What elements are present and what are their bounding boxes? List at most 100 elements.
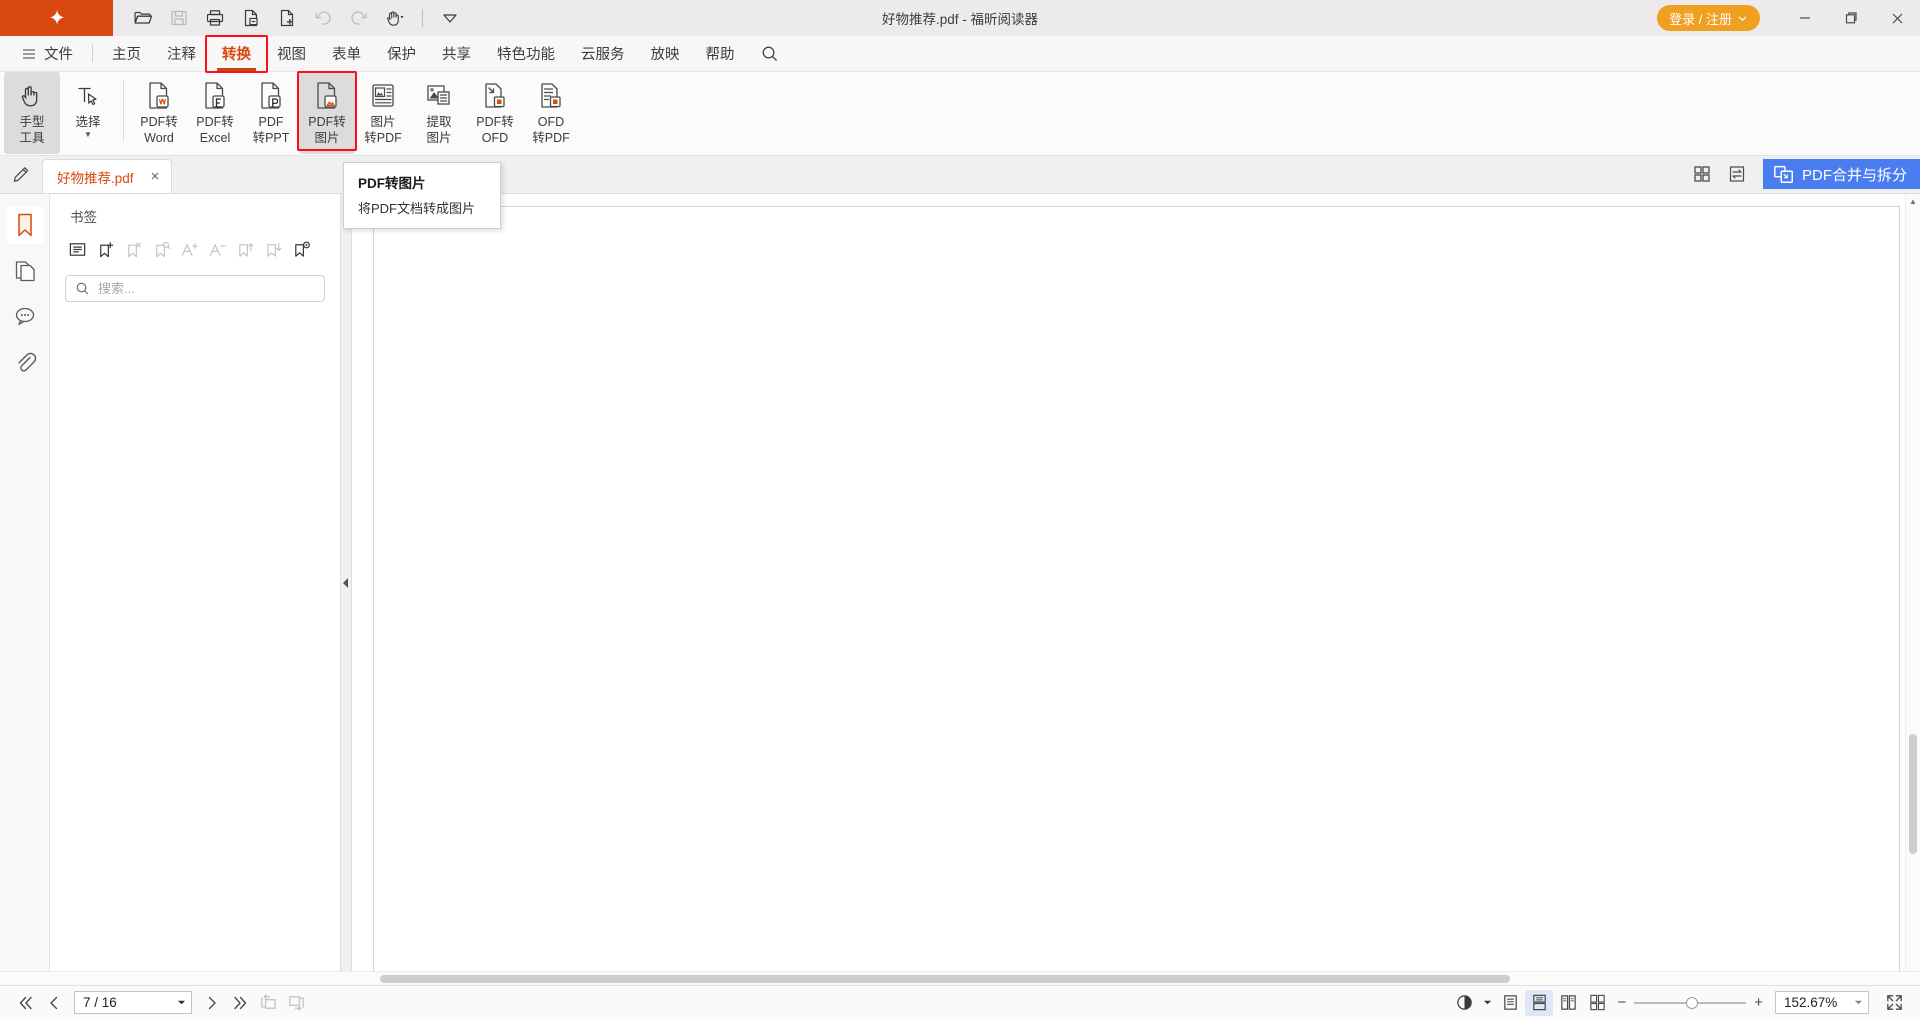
sidebar-item-comments[interactable] (6, 298, 44, 336)
bookmark-search-input[interactable] (98, 281, 315, 296)
chevron-down-icon[interactable]: ▼ (84, 131, 92, 139)
bookmark-search-icon (152, 240, 171, 259)
vertical-scrollbar[interactable]: ▲ (1905, 194, 1920, 971)
print-button[interactable] (198, 3, 232, 33)
ribbon-pdf-to-word[interactable]: PDF转 Word (131, 72, 187, 154)
compare-button[interactable] (1720, 157, 1755, 191)
document-tab[interactable]: 好物推荐.pdf × (42, 159, 172, 193)
menu-item-protect[interactable]: 保护 (374, 36, 429, 72)
find-bookmark-button[interactable] (149, 237, 173, 261)
zoom-out-button[interactable]: − (1617, 994, 1626, 1011)
list-options-icon (68, 240, 87, 259)
two-page-continuous-button[interactable] (1583, 990, 1611, 1016)
zoom-slider-track[interactable] (1634, 1002, 1746, 1004)
two-page-mode-button[interactable] (1554, 990, 1582, 1016)
zoom-slider[interactable]: − + (1617, 994, 1763, 1011)
pdf-merge-split-button[interactable]: PDF合并与拆分 (1763, 159, 1920, 189)
pdf-page (373, 206, 1900, 971)
save-icon (169, 8, 189, 28)
close-button[interactable] (1874, 0, 1920, 36)
page-number-input[interactable]: 7 / 16 (74, 991, 192, 1014)
theme-dropdown-button[interactable] (1479, 990, 1495, 1016)
menu-search-button[interactable] (748, 36, 787, 72)
grid-view-button[interactable] (1685, 157, 1720, 191)
menu-item-cloud[interactable]: 云服务 (568, 36, 638, 72)
pdf-to-image-tooltip: PDF转图片 将PDF文档转成图片 (343, 162, 501, 229)
first-page-button[interactable] (12, 990, 40, 1016)
search-icon (75, 281, 90, 296)
save-button[interactable] (162, 3, 196, 33)
bookmark-options-button[interactable] (65, 237, 89, 261)
theme-button[interactable] (1450, 990, 1478, 1016)
sidebar-item-pages[interactable] (6, 252, 44, 290)
panel-collapse-handle[interactable] (341, 194, 352, 971)
redo-icon (349, 8, 369, 28)
close-tab-icon[interactable]: × (148, 169, 163, 184)
undo-button[interactable] (306, 3, 340, 33)
menu-item-comment[interactable]: 注释 (154, 36, 209, 72)
title-bar-right: 登录 / 注册 (1657, 0, 1920, 36)
add-bookmark-button[interactable] (93, 237, 117, 261)
ribbon-pdf-to-ofd[interactable]: PDF转 OFD (467, 72, 523, 154)
vertical-scroll-thumb[interactable] (1909, 734, 1917, 854)
zoom-level-input[interactable]: 152.67% (1775, 991, 1869, 1014)
chevron-down-icon (1737, 13, 1748, 24)
open-file-button[interactable] (126, 3, 160, 33)
bookmark-search-box[interactable] (65, 275, 325, 302)
zoom-in-button[interactable]: + (1754, 994, 1763, 1011)
expand-bookmarks-button[interactable] (233, 237, 257, 261)
increase-font-button[interactable] (177, 237, 201, 261)
menu-item-view[interactable]: 视图 (264, 36, 319, 72)
annotate-pen-button[interactable] (0, 155, 42, 193)
ribbon-image-to-pdf[interactable]: 图片 转PDF (355, 72, 411, 154)
collapse-bookmarks-button[interactable] (261, 237, 285, 261)
single-page-mode-button[interactable] (1496, 990, 1524, 1016)
horizontal-scroll-thumb[interactable] (380, 975, 1510, 983)
continuous-mode-button[interactable] (1525, 990, 1553, 1016)
sidebar-item-attachments[interactable] (6, 344, 44, 382)
hand-tool-button[interactable] (378, 3, 412, 33)
fullscreen-button[interactable] (1880, 990, 1908, 1016)
ribbon-label-line2: 转PDF (532, 130, 570, 146)
menu-item-convert[interactable]: 转换 (209, 36, 264, 72)
login-register-button[interactable]: 登录 / 注册 (1657, 5, 1760, 31)
menu-item-home[interactable]: 主页 (99, 36, 154, 72)
last-page-button[interactable] (226, 990, 254, 1016)
customize-toolbar-button[interactable] (433, 3, 467, 33)
ribbon-extract-image[interactable]: 提取 图片 (411, 72, 467, 154)
minimize-button[interactable] (1782, 0, 1828, 36)
redo-button[interactable] (342, 3, 376, 33)
ribbon-pdf-to-excel[interactable]: PDF转 Excel (187, 72, 243, 154)
menu-item-file[interactable]: 文件 (17, 36, 86, 72)
menu-item-share[interactable]: 共享 (429, 36, 484, 72)
ribbon-pdf-to-image[interactable]: PDF转 图片 (299, 72, 355, 154)
menu-label-file: 文件 (44, 43, 73, 64)
swap-icon (1728, 165, 1746, 183)
ribbon-label-line1: PDF转 (308, 114, 346, 130)
scroll-up-icon[interactable]: ▲ (1909, 194, 1917, 209)
double-chevron-left-icon (17, 994, 35, 1012)
menu-item-help[interactable]: 帮助 (693, 36, 748, 72)
app-logo: ✦ (0, 0, 113, 36)
menu-item-present[interactable]: 放映 (638, 36, 693, 72)
ribbon-hand-tool[interactable]: 手型 工具 (4, 72, 60, 154)
rotate-left-button[interactable] (254, 990, 282, 1016)
ribbon-ofd-to-pdf[interactable]: OFD 转PDF (523, 72, 579, 154)
decrease-font-button[interactable] (205, 237, 229, 261)
delete-page-button[interactable] (234, 3, 268, 33)
add-page-button[interactable] (270, 3, 304, 33)
restore-button[interactable] (1828, 0, 1874, 36)
horizontal-scrollbar[interactable] (0, 971, 1920, 985)
zoom-level-value: 152.67% (1784, 995, 1837, 1010)
menu-item-features[interactable]: 特色功能 (484, 36, 568, 72)
ribbon-pdf-to-ppt[interactable]: PDF 转PPT (243, 72, 299, 154)
ribbon-select-tool[interactable]: 选择 ▼ (60, 72, 116, 154)
zoom-slider-knob[interactable] (1686, 997, 1698, 1009)
next-page-button[interactable] (198, 990, 226, 1016)
previous-page-button[interactable] (40, 990, 68, 1016)
rotate-right-button[interactable] (282, 990, 310, 1016)
menu-item-form[interactable]: 表单 (319, 36, 374, 72)
bookmark-properties-button[interactable] (289, 237, 313, 261)
delete-bookmark-button[interactable] (121, 237, 145, 261)
sidebar-item-bookmarks[interactable] (6, 206, 44, 244)
